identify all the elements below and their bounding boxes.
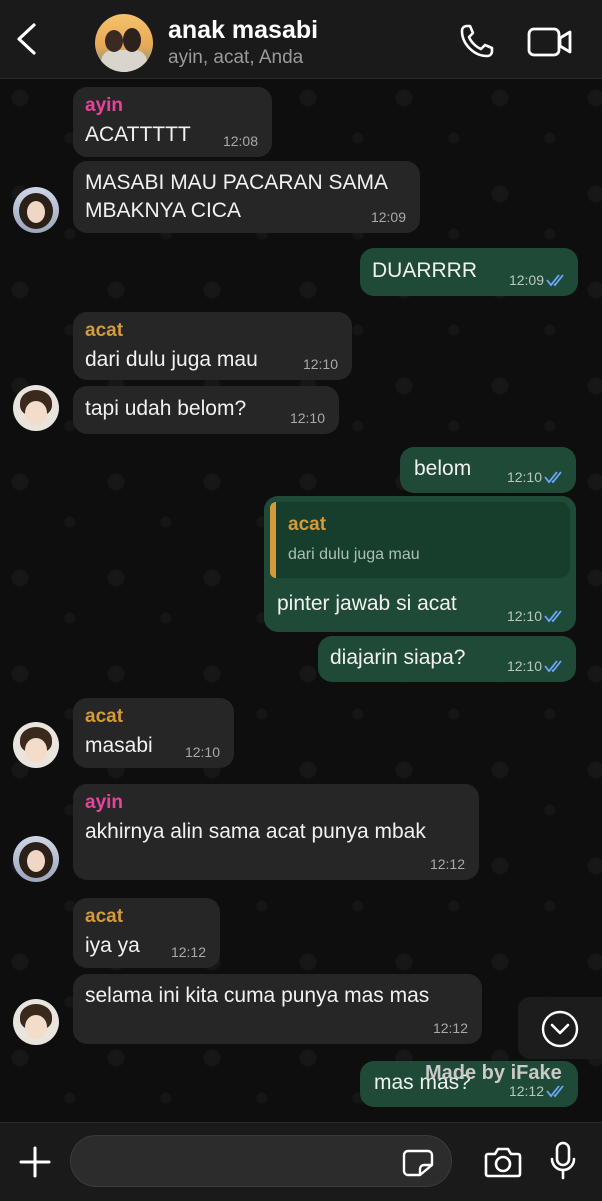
reply-text: dari dulu juga mau [288,546,420,563]
message-text: MASABI MAU PACARAN SAMA MBAKNYA CICA [85,171,387,222]
reply-accent-bar [270,502,276,578]
microphone-icon[interactable] [548,1141,578,1181]
message-time: 12:10 [506,469,542,485]
message-bubble[interactable]: selama ini kita cuma punya mas mas 12:12 [73,974,482,1044]
message-text: akhirnya alin sama acat punya mbak [85,820,426,843]
message-text: tapi udah belom? [85,397,247,420]
read-receipt-icon [544,660,562,673]
read-receipt-icon [544,610,562,623]
chat-title[interactable]: anak masabi [168,16,318,45]
message-time: 12:10 [289,410,325,426]
message-bubble[interactable]: ayin ACATTTTT 12:08 [73,87,272,157]
message-text: DUARRRR [372,259,477,282]
message-text: dari dulu juga mau [85,348,258,371]
message-bubble[interactable]: acat iya ya 12:12 [73,898,220,968]
message-time: 12:10 [506,658,542,674]
message-bubble[interactable]: diajarin siapa? 12:10 [318,636,576,682]
message-text: diajarin siapa? [330,646,466,669]
message-text: selama ini kita cuma punya mas mas [85,984,430,1007]
phone-icon[interactable] [458,22,496,60]
sender-name: acat [85,320,124,341]
message-time: 12:12 [170,944,206,960]
avatar-acat[interactable] [13,722,59,768]
message-time: 12:08 [222,133,258,149]
quoted-reply[interactable]: acat dari dulu juga mau [270,502,570,578]
avatar-acat[interactable] [13,385,59,431]
composer-bar [0,1122,602,1201]
camera-icon[interactable] [484,1145,522,1179]
reply-sender: acat [288,514,327,535]
sender-name: acat [85,906,124,927]
group-avatar[interactable] [95,14,153,72]
message-time: 12:10 [302,356,338,372]
message-bubble[interactable]: acat masabi 12:10 [73,698,234,768]
back-icon[interactable] [12,22,42,56]
message-time: 12:10 [506,608,542,624]
plus-icon[interactable] [18,1145,52,1179]
read-receipt-icon [544,471,562,484]
watermark-text: Made by iFake [425,1062,562,1084]
message-text: masabi [85,734,153,757]
message-text: iya ya [85,934,140,957]
message-bubble[interactable]: ayin akhirnya alin sama acat punya mbak … [73,784,479,880]
chat-header: anak masabi ayin, acat, Anda [0,0,602,79]
sender-name: acat [85,706,124,727]
message-time: 12:12 [429,856,465,872]
chevron-down-icon [541,1010,579,1048]
sender-name: ayin [85,792,124,813]
chat-members[interactable]: ayin, acat, Anda [168,47,303,69]
message-time: 12:12 [432,1020,468,1036]
message-time: 12:09 [370,209,406,225]
message-bubble[interactable]: acat dari dulu juga mau 12:10 [73,312,352,380]
message-time: 12:10 [184,744,220,760]
video-call-icon[interactable] [527,26,573,58]
read-receipt-icon [546,274,564,287]
scroll-to-bottom-button[interactable] [518,997,602,1059]
avatar-ayin[interactable] [13,187,59,233]
message-input[interactable] [70,1135,452,1187]
message-bubble[interactable]: tapi udah belom? 12:10 [73,386,339,434]
avatar-ayin[interactable] [13,836,59,882]
message-text: ACATTTTT [85,123,191,146]
message-bubble[interactable]: MASABI MAU PACARAN SAMA MBAKNYA CICA 12:… [73,161,420,233]
avatar-acat[interactable] [13,999,59,1045]
message-time: 12:09 [508,272,544,288]
message-text: pinter jawab si acat [277,592,457,615]
sticker-icon[interactable] [402,1149,434,1177]
message-time: 12:12 [508,1083,544,1099]
message-bubble[interactable]: DUARRRR 12:09 [360,248,578,296]
message-text: belom [414,457,472,480]
message-bubble[interactable]: belom 12:10 [400,447,576,493]
read-receipt-icon [546,1085,564,1098]
sender-name: ayin [85,95,124,116]
